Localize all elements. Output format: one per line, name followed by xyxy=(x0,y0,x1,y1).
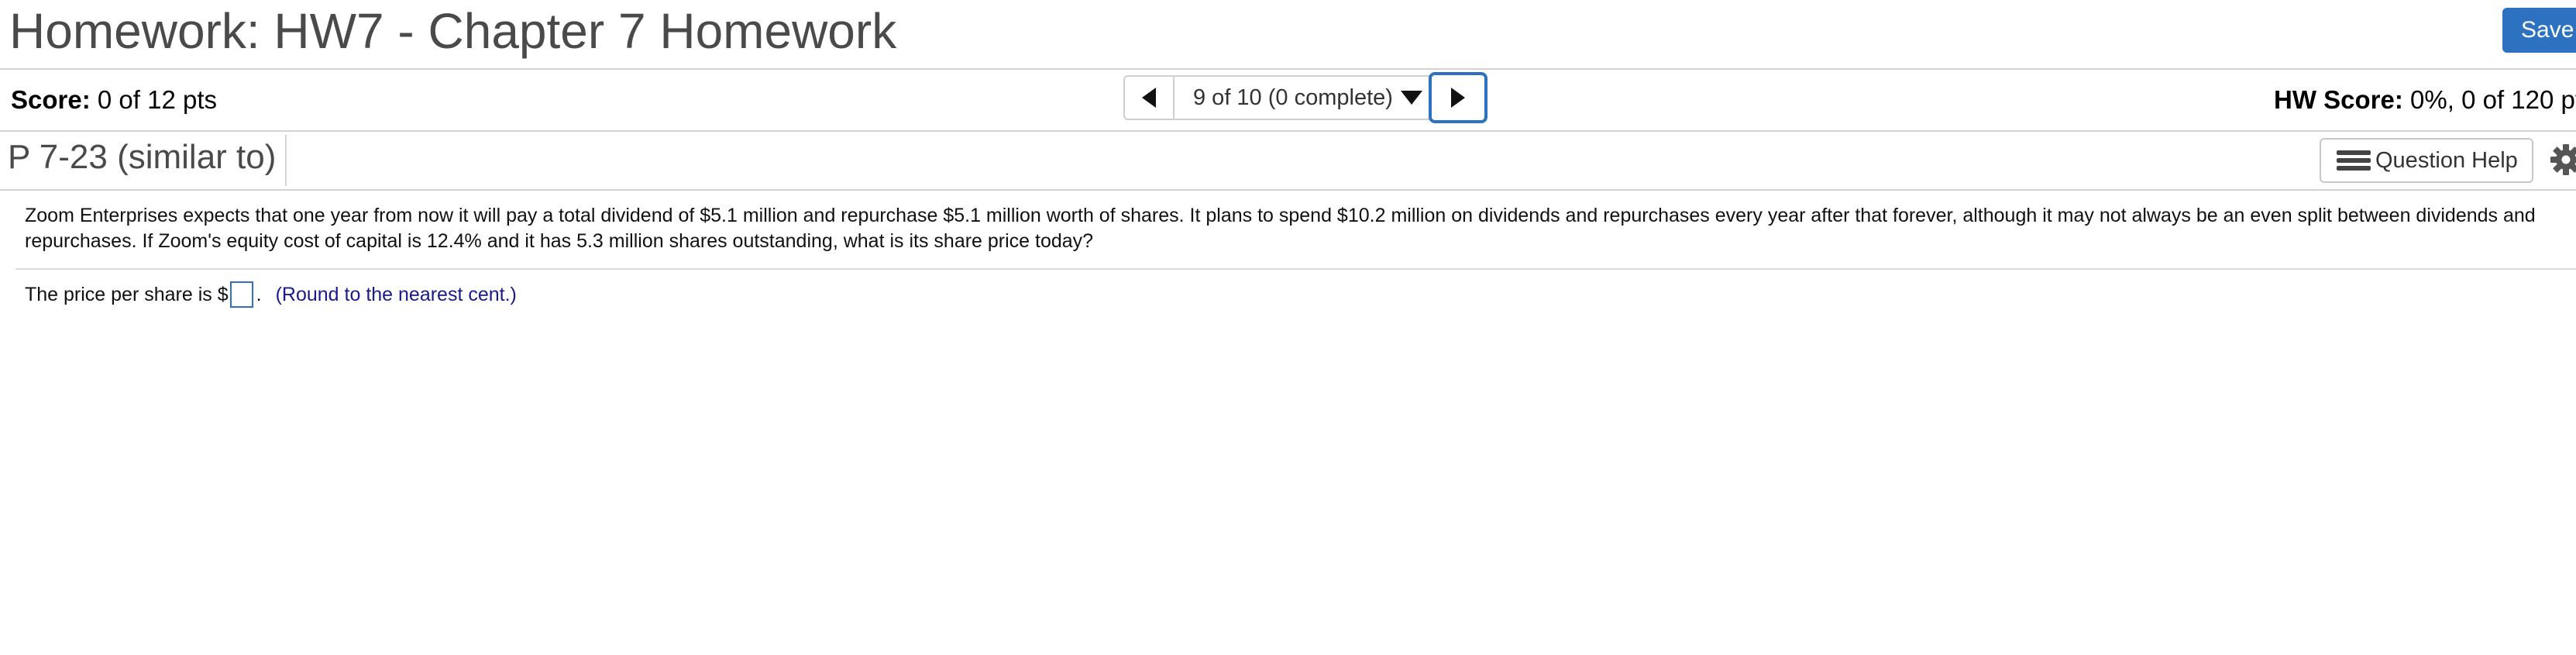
question-help-label: Question Help xyxy=(2375,147,2518,173)
question-text: Zoom Enterprises expects that one year f… xyxy=(25,205,2536,252)
divider xyxy=(285,135,287,186)
answer-prefix: The price per share is $ xyxy=(25,284,229,305)
previous-question-button[interactable] xyxy=(1123,75,1175,120)
score-value: 0 of 12 pts xyxy=(97,85,217,114)
save-button[interactable]: Save xyxy=(2502,8,2576,53)
divider xyxy=(15,268,2576,270)
hw-score: HW Score: 0%, 0 of 120 pts xyxy=(2274,85,2576,115)
hw-score-label: HW Score: xyxy=(2274,85,2403,114)
page-title: Homework: HW7 - Chapter 7 Homework xyxy=(9,3,897,59)
title-bar: Homework: HW7 - Chapter 7 Homework Save xyxy=(0,0,2576,70)
next-question-button[interactable] xyxy=(1429,72,1487,123)
question-select-dropdown[interactable]: 9 of 10 (0 complete) xyxy=(1175,75,1430,120)
score-label: Score: xyxy=(11,85,91,114)
question-help-button[interactable]: Question Help xyxy=(2320,138,2533,183)
question-navigator: 9 of 10 (0 complete) xyxy=(1123,72,1487,123)
question-id: P 7-23 (similar to) xyxy=(8,138,277,176)
caret-down-icon xyxy=(1400,91,1422,105)
score-bar: Score: 0 of 12 pts 9 of 10 (0 complete) … xyxy=(0,70,2576,132)
share-price-input[interactable] xyxy=(229,281,253,308)
list-icon xyxy=(2337,149,2371,172)
gear-icon[interactable] xyxy=(2549,143,2576,177)
score: Score: 0 of 12 pts xyxy=(11,85,217,115)
homework-page: Homework: HW7 - Chapter 7 Homework Save … xyxy=(0,0,2576,655)
answer-line: The price per share is $ . (Round to the… xyxy=(25,281,517,309)
answer-suffix: . xyxy=(256,284,262,305)
question-header: P 7-23 (similar to) Question Help xyxy=(0,132,2576,191)
arrow-right-icon xyxy=(1451,88,1465,108)
question-position: 9 of 10 (0 complete) xyxy=(1193,84,1393,110)
hw-score-value: 0%, 0 of 120 pts xyxy=(2410,85,2576,114)
arrow-left-icon xyxy=(1142,88,1156,108)
rounding-hint: (Round to the nearest cent.) xyxy=(275,284,517,305)
